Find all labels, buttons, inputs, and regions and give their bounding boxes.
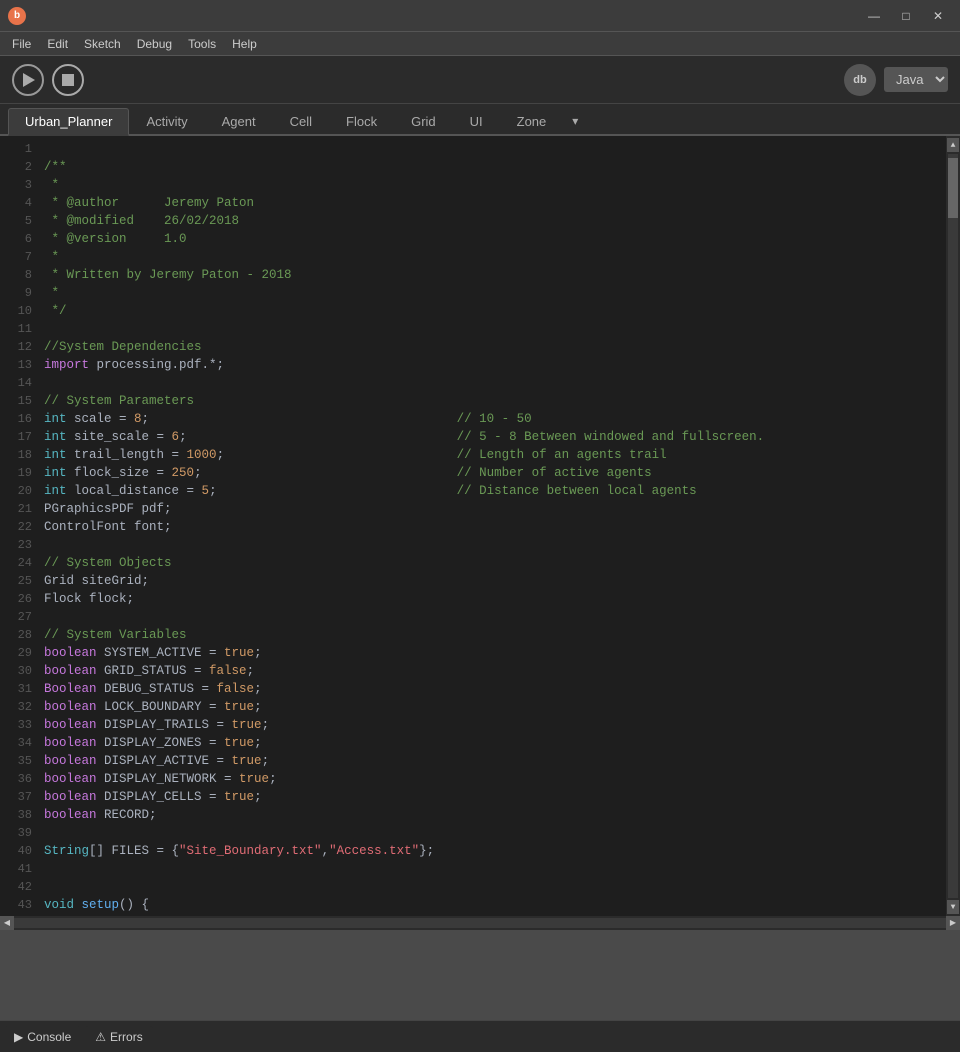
menu-sketch[interactable]: Sketch xyxy=(76,35,129,53)
errors-label: Errors xyxy=(110,1030,143,1044)
titlebar-controls: — □ ✕ xyxy=(860,6,952,26)
app-icon: b xyxy=(8,7,26,25)
titlebar: b — □ ✕ xyxy=(0,0,960,32)
tab-cell[interactable]: Cell xyxy=(273,108,329,134)
console-label: Console xyxy=(27,1030,71,1044)
errors-icon: ⚠ xyxy=(95,1030,106,1044)
code-container: 12345 678910 1112131415 1617181920 21222… xyxy=(0,136,960,916)
gray-area xyxy=(0,930,960,1020)
scroll-track xyxy=(948,154,958,898)
console-icon: ▶ xyxy=(14,1030,23,1044)
menu-debug[interactable]: Debug xyxy=(129,35,180,53)
java-dropdown[interactable]: Java xyxy=(884,67,948,92)
console-tab[interactable]: ▶ Console xyxy=(4,1026,81,1048)
minimize-button[interactable]: — xyxy=(860,6,888,26)
tab-urban-planner[interactable]: Urban_Planner xyxy=(8,108,129,136)
line-numbers: 12345 678910 1112131415 1617181920 21222… xyxy=(0,136,36,916)
hscroll-track xyxy=(14,918,946,928)
stop-button[interactable] xyxy=(52,64,84,96)
vertical-scrollbar[interactable]: ▲ ▼ xyxy=(946,136,960,916)
tabs: Urban_Planner Activity Agent Cell Flock … xyxy=(0,104,960,136)
menubar: File Edit Sketch Debug Tools Help xyxy=(0,32,960,56)
play-icon xyxy=(23,73,35,87)
errors-tab[interactable]: ⚠ Errors xyxy=(85,1026,152,1048)
debug-button[interactable]: db xyxy=(844,64,876,96)
code-editor[interactable]: /** * * @author Jeremy Paton * @modified… xyxy=(36,136,960,916)
toolbar: db Java xyxy=(0,56,960,104)
tab-zone[interactable]: Zone xyxy=(500,108,564,134)
maximize-button[interactable]: □ xyxy=(892,6,920,26)
horizontal-scrollbar[interactable]: ◀ ▶ xyxy=(0,916,960,930)
scroll-thumb[interactable] xyxy=(948,158,958,218)
scroll-right-button[interactable]: ▶ xyxy=(946,916,960,930)
play-button[interactable] xyxy=(12,64,44,96)
tab-more-button[interactable]: ▾ xyxy=(563,109,587,134)
tab-activity[interactable]: Activity xyxy=(129,108,204,134)
menu-tools[interactable]: Tools xyxy=(180,35,224,53)
menu-edit[interactable]: Edit xyxy=(39,35,76,53)
close-button[interactable]: ✕ xyxy=(924,6,952,26)
tab-agent[interactable]: Agent xyxy=(205,108,273,134)
scroll-left-button[interactable]: ◀ xyxy=(0,916,14,930)
menu-help[interactable]: Help xyxy=(224,35,265,53)
toolbar-right: db Java xyxy=(844,64,948,96)
tab-flock[interactable]: Flock xyxy=(329,108,394,134)
stop-icon xyxy=(62,74,74,86)
menu-file[interactable]: File xyxy=(4,35,39,53)
scroll-up-button[interactable]: ▲ xyxy=(947,138,959,152)
tab-grid[interactable]: Grid xyxy=(394,108,453,134)
toolbar-left xyxy=(12,64,84,96)
titlebar-left: b xyxy=(8,7,26,25)
tab-ui[interactable]: UI xyxy=(453,108,500,134)
status-bar: ▶ Console ⚠ Errors xyxy=(0,1020,960,1052)
scroll-down-button[interactable]: ▼ xyxy=(947,900,959,914)
